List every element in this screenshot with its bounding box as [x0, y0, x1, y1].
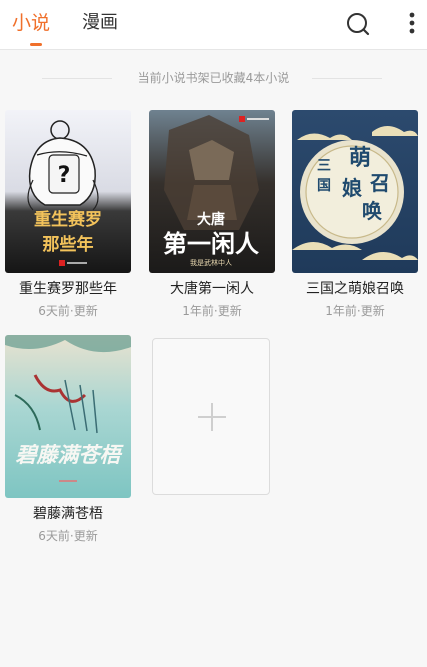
- book-cover[interactable]: 大唐 第一闲人 我是武林中人: [149, 110, 275, 273]
- svg-text:唤: 唤: [362, 199, 382, 223]
- book-cover[interactable]: 三 国 萌 娘 召 唤: [292, 110, 418, 273]
- book-update-time: 6天前·更新: [38, 529, 98, 543]
- book-update-time: 6天前·更新: [38, 304, 98, 318]
- add-book-button[interactable]: [152, 338, 270, 495]
- svg-text:三: 三: [317, 158, 331, 174]
- tab-novel[interactable]: 小说: [12, 10, 50, 36]
- svg-text:碧藤满苍梧: 碧藤满苍梧: [16, 442, 125, 467]
- svg-text:重生赛罗: 重生赛罗: [34, 209, 102, 230]
- svg-text:第一闲人: 第一闲人: [163, 229, 259, 258]
- book-update-time: 1年前·更新: [325, 304, 385, 318]
- svg-text:大唐: 大唐: [197, 211, 225, 228]
- book-title[interactable]: 碧藤满苍梧: [5, 505, 131, 523]
- active-tab-indicator: [30, 43, 42, 46]
- svg-text:娘: 娘: [342, 176, 362, 200]
- shelf-summary: 当前小说书架已收藏4本小说: [0, 68, 427, 88]
- book-title[interactable]: 重生赛罗那些年: [5, 280, 131, 298]
- book-cover[interactable]: 碧藤满苍梧: [5, 335, 131, 498]
- svg-text:萌: 萌: [349, 145, 371, 171]
- plus-icon-vertical: [211, 403, 213, 431]
- book-title[interactable]: 三国之萌娘召唤: [292, 280, 418, 298]
- svg-text:国: 国: [317, 178, 331, 194]
- more-vertical-icon[interactable]: [402, 11, 422, 37]
- search-icon[interactable]: [345, 11, 371, 37]
- svg-text:召: 召: [369, 171, 390, 195]
- book-cover[interactable]: ? 重生赛罗 那些年: [5, 110, 131, 273]
- svg-text:那些年: 那些年: [43, 234, 94, 255]
- book-title[interactable]: 大唐第一闲人: [149, 280, 275, 298]
- top-bar: 小说 漫画: [0, 0, 427, 50]
- svg-text:?: ?: [58, 163, 71, 188]
- svg-text:我是武林中人: 我是武林中人: [190, 258, 232, 267]
- tab-comic[interactable]: 漫画: [82, 10, 118, 36]
- book-update-time: 1年前·更新: [182, 304, 242, 318]
- divider-right: [312, 78, 382, 79]
